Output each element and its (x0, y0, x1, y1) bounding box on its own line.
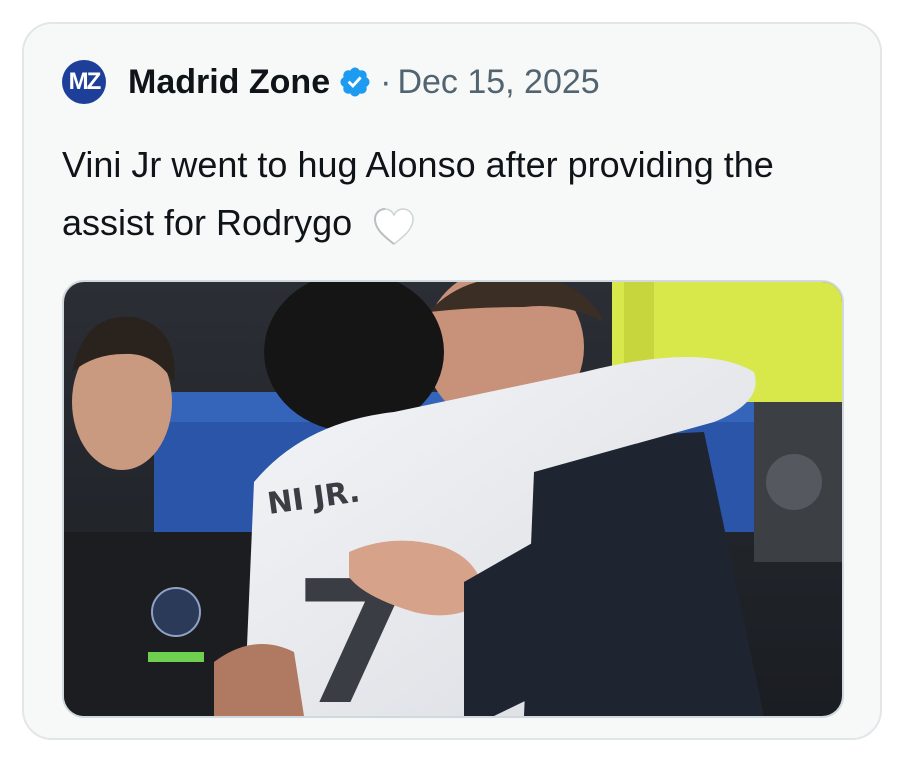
tweet-card[interactable]: MZ Madrid Zone · Dec 15, 2025 Vini Jr we… (22, 22, 882, 740)
separator-dot: · (380, 62, 392, 101)
tweet-media-image[interactable]: NI JR. 7 (62, 280, 844, 718)
tweet-header: MZ Madrid Zone · Dec 15, 2025 (62, 58, 600, 106)
post-date[interactable]: Dec 15, 2025 (397, 63, 599, 102)
white-heart-icon (372, 205, 416, 246)
avatar[interactable]: MZ (62, 60, 106, 104)
avatar-text: MZ (68, 68, 102, 95)
tweet-text: Vini Jr went to hug Alonso after providi… (62, 136, 822, 252)
tweet-body: Vini Jr went to hug Alonso after providi… (62, 144, 774, 243)
author-name[interactable]: Madrid Zone (128, 63, 330, 102)
verified-badge-icon (338, 65, 372, 99)
